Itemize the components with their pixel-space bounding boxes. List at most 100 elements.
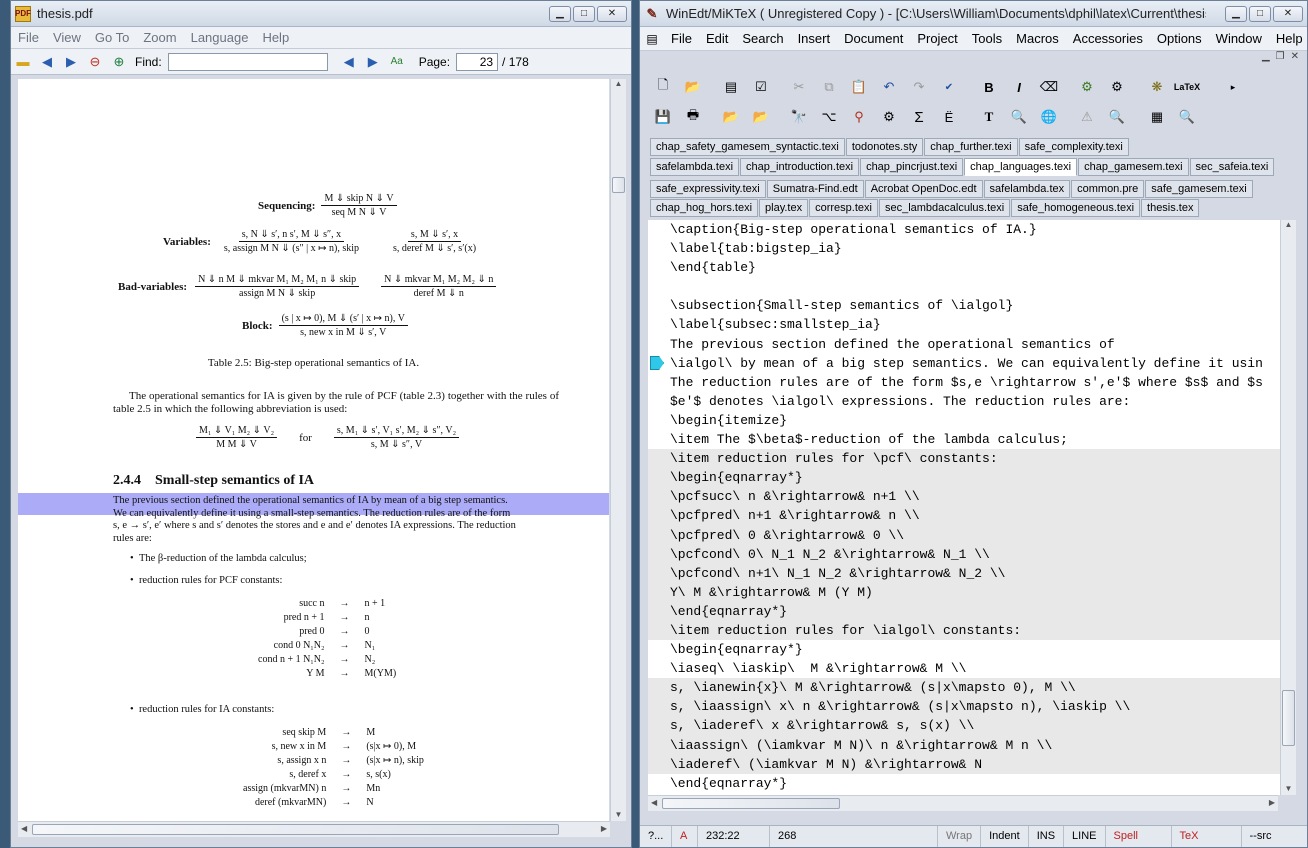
mdi-restore-icon[interactable]: ❐ bbox=[1276, 51, 1285, 62]
tab-sec-safeia-texi[interactable]: sec_safeia.texi bbox=[1189, 158, 1275, 176]
undo-icon[interactable]: ↶ bbox=[878, 76, 900, 98]
menu-tools[interactable]: Tools bbox=[965, 31, 1009, 46]
tab-safe-gamesem-texi[interactable]: safe_gamesem.texi bbox=[1145, 180, 1253, 198]
mdi-minimize-icon[interactable]: ▁ bbox=[1262, 51, 1270, 62]
tab-thesis-tex[interactable]: thesis.tex bbox=[1141, 199, 1200, 217]
tab-chap-safety-gamesem-syntactic-texi[interactable]: chap_safety_gamesem_syntactic.texi bbox=[650, 138, 845, 156]
menu-goto[interactable]: Go To bbox=[88, 30, 136, 45]
tab-todonotes-sty[interactable]: todonotes.sty bbox=[845, 138, 924, 156]
next-page-icon[interactable]: ▶ bbox=[62, 53, 80, 71]
settings-icon[interactable]: ⚙ bbox=[1106, 76, 1128, 98]
open-folder-icon[interactable]: ▬ bbox=[14, 53, 32, 71]
match-case-icon[interactable]: Aa bbox=[388, 53, 406, 71]
zoom-in-icon[interactable]: ⊕ bbox=[110, 53, 128, 71]
tree-icon[interactable]: ⌥ bbox=[818, 106, 840, 128]
status-mode[interactable]: A bbox=[672, 826, 698, 847]
menu-accessories[interactable]: Accessories bbox=[1066, 31, 1150, 46]
log-icon[interactable]: 🔍 bbox=[1106, 106, 1128, 128]
code-editor[interactable]: \caption{Big-step operational semantics … bbox=[648, 220, 1280, 795]
new-file-icon[interactable]: 🗋 bbox=[652, 76, 674, 98]
close-button[interactable]: ✕ bbox=[597, 5, 627, 22]
pdf-vertical-scrollbar[interactable]: ▲ ▼ bbox=[610, 79, 626, 821]
editor-horizontal-scrollbar[interactable]: ◀ ▶ bbox=[648, 795, 1278, 811]
bug-icon[interactable]: ❋ bbox=[1146, 76, 1168, 98]
menu-edit[interactable]: Edit bbox=[699, 31, 735, 46]
bold-icon[interactable]: B bbox=[978, 76, 1000, 98]
tab-common-pre[interactable]: common.pre bbox=[1071, 180, 1145, 198]
italic-icon[interactable]: I bbox=[1008, 76, 1030, 98]
menu-search[interactable]: Search bbox=[735, 31, 790, 46]
close-button[interactable]: ✕ bbox=[1273, 5, 1303, 22]
paste-icon[interactable]: 📋 bbox=[848, 76, 870, 98]
print-icon[interactable]: 🖶 bbox=[682, 106, 704, 128]
gather-icon[interactable]: ⚙ bbox=[878, 106, 900, 128]
code-line[interactable]: \pcfpred\ n+1 &\rightarrow& n \\ bbox=[648, 506, 1280, 526]
status-src[interactable]: --src bbox=[1242, 826, 1280, 847]
code-line[interactable]: The previous section defined the operati… bbox=[648, 335, 1280, 354]
menu-help[interactable]: Help bbox=[1269, 31, 1308, 46]
code-line[interactable]: \end{table} bbox=[648, 258, 1280, 277]
scrollbar-thumb[interactable] bbox=[662, 798, 840, 809]
code-line[interactable]: \pcfsucc\ n &\rightarrow& n+1 \\ bbox=[648, 487, 1280, 507]
code-line[interactable]: \label{tab:bigstep_ia} bbox=[648, 239, 1280, 258]
menu-macros[interactable]: Macros bbox=[1009, 31, 1066, 46]
scrollbar-thumb[interactable] bbox=[1282, 690, 1295, 746]
redo-icon[interactable]: ↷ bbox=[908, 76, 930, 98]
code-line[interactable]: \ialgol\ by mean of a big step semantics… bbox=[648, 354, 1280, 373]
tab-chap-further-texi[interactable]: chap_further.texi bbox=[924, 138, 1018, 156]
dvi-search-icon[interactable]: 🔍 bbox=[1176, 106, 1198, 128]
checklist-icon[interactable]: ☑ bbox=[750, 76, 772, 98]
minimize-button[interactable]: ▁ bbox=[549, 5, 571, 22]
document-icon[interactable]: ▤ bbox=[720, 76, 742, 98]
tab-chap-hog-hors-texi[interactable]: chap_hog_hors.texi bbox=[650, 199, 759, 217]
cut-icon[interactable]: ✂ bbox=[788, 76, 810, 98]
status-spell[interactable]: Spell bbox=[1106, 826, 1172, 847]
zoom-out-icon[interactable]: ⊖ bbox=[86, 53, 104, 71]
tab-chap-languages-texi[interactable]: chap_languages.texi bbox=[964, 158, 1078, 176]
tab-chap-gamesem-texi[interactable]: chap_gamesem.texi bbox=[1078, 158, 1189, 176]
tab-chap-introduction-texi[interactable]: chap_introduction.texi bbox=[740, 158, 860, 176]
menu-file[interactable]: File bbox=[11, 30, 46, 45]
open-file-icon[interactable]: 📂 bbox=[682, 76, 704, 98]
menu-zoom[interactable]: Zoom bbox=[136, 30, 183, 45]
code-line[interactable]: \iaassign\ (\iamkvar M N)\ n &\rightarro… bbox=[648, 735, 1280, 755]
status-wrap[interactable]: Wrap bbox=[938, 826, 982, 847]
code-line[interactable]: s, \iaderef\ x &\rightarrow& s, s(x) \\ bbox=[648, 716, 1280, 736]
code-line[interactable]: \label{subsec:smallstep_ia} bbox=[648, 315, 1280, 334]
find-next-icon[interactable]: ▶ bbox=[364, 53, 382, 71]
menu-document[interactable]: Document bbox=[837, 31, 910, 46]
pdf-horizontal-scrollbar[interactable]: ◀ ▶ bbox=[18, 821, 610, 837]
tab-play-tex[interactable]: play.tex bbox=[759, 199, 809, 217]
code-line[interactable]: \iaderef\ (\iamkvar M N) &\rightarrow& N bbox=[648, 754, 1280, 774]
find-icon[interactable]: 🔭 bbox=[788, 106, 810, 128]
code-line[interactable]: s, \ianewin{x}\ M &\rightarrow& (s|x\map… bbox=[648, 678, 1280, 698]
editor-vertical-scrollbar[interactable]: ▲ ▼ bbox=[1280, 220, 1296, 795]
code-line[interactable]: \begin{eqnarray*} bbox=[648, 468, 1280, 488]
code-line[interactable]: \begin{eqnarray*} bbox=[648, 640, 1280, 659]
code-line[interactable]: \end{eqnarray*} bbox=[648, 774, 1280, 793]
menu-options[interactable]: Options bbox=[1150, 31, 1209, 46]
gear-icon[interactable]: ⚙ bbox=[1076, 76, 1098, 98]
globe-icon[interactable]: 🌐 bbox=[1038, 106, 1060, 128]
tab-chap-pincrjust-texi[interactable]: chap_pincrjust.texi bbox=[860, 158, 964, 176]
save-project-icon[interactable]: 📂 bbox=[750, 106, 772, 128]
find-input[interactable] bbox=[167, 52, 328, 71]
tab-safe-complexity-texi[interactable]: safe_complexity.texi bbox=[1018, 138, 1129, 156]
tab-safe-expressivity-texi[interactable]: safe_expressivity.texi bbox=[650, 180, 766, 198]
tab-sec-lambdacalculus-texi[interactable]: sec_lambdacalculus.texi bbox=[878, 199, 1011, 217]
code-line[interactable] bbox=[648, 277, 1280, 296]
code-line[interactable]: \iaseq\ \iaskip\ M &\rightarrow& M \\ bbox=[648, 659, 1280, 678]
code-line[interactable]: \subsection{Small-step semantics of \ial… bbox=[648, 296, 1280, 315]
search-icon[interactable]: 🔍 bbox=[1008, 106, 1030, 128]
code-line[interactable]: \begin{itemize} bbox=[648, 411, 1280, 430]
find-prev-icon[interactable]: ◀ bbox=[340, 53, 358, 71]
warning-icon[interactable]: ⚠ bbox=[1076, 106, 1098, 128]
save-icon[interactable]: 💾 bbox=[652, 106, 674, 128]
code-line[interactable]: Y\ M &\rightarrow& M (Y M) bbox=[648, 582, 1280, 602]
status-tex[interactable]: TeX bbox=[1172, 826, 1242, 847]
menu-insert[interactable]: Insert bbox=[791, 31, 838, 46]
menu-file[interactable]: File bbox=[664, 31, 699, 46]
tab-safelambda-texi[interactable]: safelambda.texi bbox=[650, 158, 740, 176]
code-line[interactable]: The reduction rules are of the form $s,e… bbox=[648, 373, 1280, 392]
page-input[interactable] bbox=[456, 52, 499, 71]
